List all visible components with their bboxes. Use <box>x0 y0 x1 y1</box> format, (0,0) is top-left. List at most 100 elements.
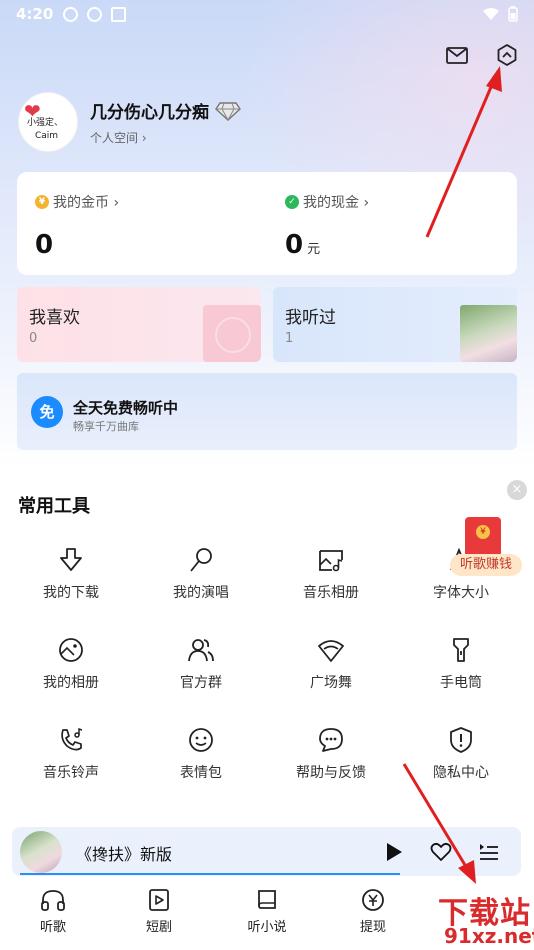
tool-label: 我的演唱 <box>173 585 229 601</box>
nav-label: 短剧 <box>145 920 172 935</box>
earn-money-label: 听歌赚钱 <box>450 554 522 576</box>
now-playing-cover[interactable] <box>20 831 62 873</box>
status-notification-icons <box>63 6 127 22</box>
red-envelope-icon <box>465 517 501 557</box>
personal-space-link[interactable]: 个人空间 › <box>90 129 241 146</box>
video-play-icon <box>149 889 169 911</box>
status-right-icons <box>482 6 518 22</box>
tool-official-group[interactable]: 官方群 <box>146 636 256 692</box>
mini-player[interactable]: 《搀扶》新版 <box>12 827 521 876</box>
tool-my-download[interactable]: 我的下载 <box>16 546 126 602</box>
tool-music-album[interactable]: 音乐相册 <box>276 546 386 602</box>
a-app-icon <box>111 6 127 22</box>
privacy-shield-icon <box>450 727 472 753</box>
app-notification-icon <box>87 6 103 22</box>
nav-withdraw[interactable]: 提现 <box>333 888 413 935</box>
free-listening-banner[interactable]: 免 全天免费畅听中 畅享千万曲库 <box>17 373 517 450</box>
playback-progress[interactable] <box>20 873 400 875</box>
site-watermark: 下载站 91xz.net <box>422 888 534 950</box>
tool-square-dance[interactable]: 广场舞 <box>276 636 386 692</box>
nav-label: 听小说 <box>247 920 287 935</box>
playlist-icon[interactable] <box>478 841 500 863</box>
cash-icon: ✓ <box>285 195 299 209</box>
my-likes-card[interactable]: 我喜欢 0 <box>17 287 261 362</box>
my-history-card[interactable]: 我听过 1 <box>273 287 517 362</box>
flashlight-icon <box>453 638 469 662</box>
music-album-icon <box>319 550 343 572</box>
download-icon <box>60 548 82 571</box>
tool-privacy-center[interactable]: 隐私中心 <box>406 726 516 782</box>
smiley-icon <box>189 728 213 752</box>
mail-icon[interactable] <box>444 42 470 68</box>
tool-label: 官方群 <box>180 675 222 691</box>
k-app-icon <box>63 6 79 22</box>
song-cover-thumbnail <box>460 305 517 362</box>
close-icon[interactable]: × <box>507 480 527 500</box>
coins-label: 我的金币 › <box>53 195 120 211</box>
my-likes-label: 我喜欢 <box>29 308 80 328</box>
battery-icon <box>508 6 518 22</box>
nav-listen-music[interactable]: 听歌 <box>13 888 93 935</box>
book-icon <box>258 890 276 909</box>
tool-stickers[interactable]: 表情包 <box>146 726 256 782</box>
vinyl-thumbnail <box>203 305 261 362</box>
free-banner-subtitle: 畅享千万曲库 <box>73 420 139 433</box>
free-badge-icon: 免 <box>31 396 63 428</box>
coin-icon: ¥ <box>35 195 49 209</box>
tools-section-title: 常用工具 <box>18 496 90 517</box>
status-time: 4:20 <box>16 5 54 23</box>
my-history-count: 1 <box>285 331 294 346</box>
heart-outline-icon[interactable] <box>430 841 452 863</box>
tool-label: 我的下载 <box>43 585 99 601</box>
tool-flashlight[interactable]: 手电筒 <box>406 636 516 692</box>
nav-label: 提现 <box>359 920 386 935</box>
tool-my-singing[interactable]: 我的演唱 <box>146 546 256 602</box>
avatar-text: Caim <box>35 131 59 141</box>
watermark-url: 91xz.net <box>444 924 534 948</box>
tool-label: 字体大小 <box>433 585 489 601</box>
fan-icon <box>318 640 344 662</box>
tool-help-feedback[interactable]: 帮助与反馈 <box>276 726 386 782</box>
earn-money-promo[interactable]: 听歌赚钱 <box>445 510 525 580</box>
ringtone-icon <box>61 727 83 751</box>
my-likes-count: 0 <box>29 331 38 346</box>
nav-novels[interactable]: 听小说 <box>227 888 307 935</box>
cash-value: 0 <box>285 230 304 260</box>
avatar[interactable]: ❤ 小强定、 Caim <box>18 92 78 152</box>
now-playing-title: 《搀扶》新版 <box>76 845 173 864</box>
cash-unit: 元 <box>307 242 321 257</box>
my-history-label: 我听过 <box>285 308 336 328</box>
username: 几分伤心几分痴 <box>90 103 209 123</box>
tool-label: 我的相册 <box>43 675 99 691</box>
play-icon[interactable] <box>384 841 404 863</box>
wallet-card: ¥ 我的金币 › 0 ✓ 我的现金 › 0 元 <box>17 172 517 275</box>
tool-label: 隐私中心 <box>433 765 489 781</box>
free-banner-title: 全天免费畅听中 <box>73 399 179 417</box>
tool-label: 音乐铃声 <box>43 765 99 781</box>
nav-short-drama[interactable]: 短剧 <box>119 888 199 935</box>
tool-ringtone[interactable]: 音乐铃声 <box>16 726 126 782</box>
coins-value: 0 <box>35 230 54 260</box>
profile-header[interactable]: ❤ 小强定、 Caim 几分伤心几分痴 个人空间 › <box>18 92 241 152</box>
group-icon <box>188 639 214 662</box>
tool-my-photo-album[interactable]: 我的相册 <box>16 636 126 692</box>
diamond-icon <box>215 101 241 121</box>
feedback-icon <box>319 728 343 752</box>
settings-icon[interactable] <box>494 42 520 68</box>
status-bar: 4:20 <box>0 0 534 28</box>
tool-label: 广场舞 <box>310 675 352 691</box>
cash-label: 我的现金 › <box>303 195 370 211</box>
nav-label: 听歌 <box>39 920 66 935</box>
tool-label: 帮助与反馈 <box>296 765 366 781</box>
withdraw-icon <box>362 889 384 911</box>
wifi-icon <box>483 8 499 20</box>
cash-section[interactable]: ✓ 我的现金 › 0 元 <box>285 192 369 260</box>
tool-label: 手电筒 <box>440 675 482 691</box>
tool-label: 表情包 <box>180 765 222 781</box>
tool-label: 音乐相册 <box>303 585 359 601</box>
avatar-text: 小强定、 <box>27 118 64 128</box>
microphone-icon <box>190 548 212 572</box>
photo-album-icon <box>59 638 83 662</box>
headphones-icon <box>41 890 65 911</box>
coins-section[interactable]: ¥ 我的金币 › 0 <box>35 192 119 260</box>
